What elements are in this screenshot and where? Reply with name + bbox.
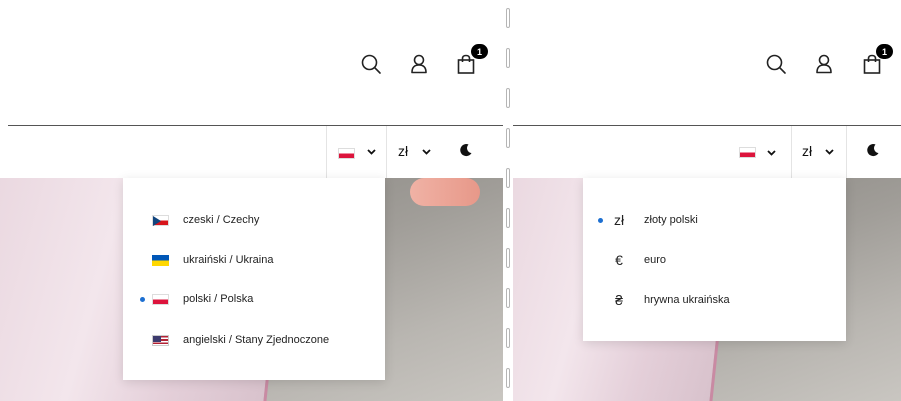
flag-cz-icon	[152, 214, 169, 226]
currency-option-uah[interactable]: ₴ hrywna ukraińska	[583, 290, 846, 310]
currency-option-label: złoty polski	[644, 214, 698, 226]
currency-symbol: ₴	[615, 292, 623, 308]
user-icon[interactable]	[810, 50, 838, 78]
selected-dot-icon	[140, 297, 145, 302]
country-selector[interactable]	[326, 126, 387, 178]
moon-icon	[460, 144, 472, 157]
currency-selector[interactable]: zł	[791, 126, 847, 178]
user-icon[interactable]	[405, 50, 433, 78]
chevron-down-icon	[767, 150, 776, 156]
currency-selector[interactable]: zł	[396, 140, 438, 164]
chevron-down-icon	[422, 149, 431, 155]
currency-dropdown: zł złoty polski € euro ₴ hrywna ukraińsk…	[583, 178, 846, 341]
flag-pl-icon	[739, 147, 756, 158]
currency-symbol: zł	[613, 212, 625, 228]
search-icon[interactable]	[762, 50, 790, 78]
country-option-ua[interactable]: ukraiński / Ukraina	[123, 250, 385, 270]
currency-option-label: hrywna ukraińska	[644, 294, 730, 306]
country-selector[interactable]	[739, 143, 779, 163]
currency-option-pln[interactable]: zł złoty polski	[583, 210, 846, 230]
chevron-down-icon	[367, 149, 376, 155]
country-option-label: ukraiński / Ukraina	[183, 254, 274, 266]
country-dropdown: czeski / Czechy ukraiński / Ukraina pols…	[123, 178, 385, 380]
split-divider	[503, 0, 513, 401]
country-option-label: polski / Polska	[183, 293, 254, 305]
country-option-us[interactable]: angielski / Stany Zjednoczone	[123, 330, 385, 350]
cart-count-badge: 1	[471, 44, 488, 59]
flag-pl-icon	[338, 148, 355, 159]
flag-ua-icon	[152, 254, 169, 266]
country-option-label: czeski / Czechy	[183, 214, 260, 226]
country-option-cz[interactable]: czeski / Czechy	[123, 210, 385, 230]
currency-symbol: €	[615, 252, 623, 268]
country-option-pl[interactable]: polski / Polska	[123, 289, 385, 309]
country-option-label: angielski / Stany Zjednoczone	[183, 334, 330, 346]
search-icon[interactable]	[357, 50, 385, 78]
flag-us-icon	[152, 334, 169, 346]
flag-pl-icon	[152, 293, 169, 305]
chevron-down-icon	[825, 149, 834, 155]
currency-option-label: euro	[644, 254, 667, 266]
selected-dot-icon	[598, 218, 603, 223]
left-panel: 1 zł czeski / Czechy ukraiński / Ukraina…	[0, 0, 503, 401]
cart-count-badge: 1	[876, 44, 893, 59]
theme-toggle[interactable]	[866, 143, 884, 161]
currency-option-eur[interactable]: € euro	[583, 250, 846, 270]
currency-selector-label: zł	[802, 143, 813, 159]
moon-icon	[867, 144, 879, 157]
right-panel: 1 zł zł złoty polski € euro ₴ hrywna ukr…	[513, 0, 901, 401]
theme-toggle[interactable]	[459, 143, 477, 161]
currency-selector-label: zł	[398, 143, 409, 159]
